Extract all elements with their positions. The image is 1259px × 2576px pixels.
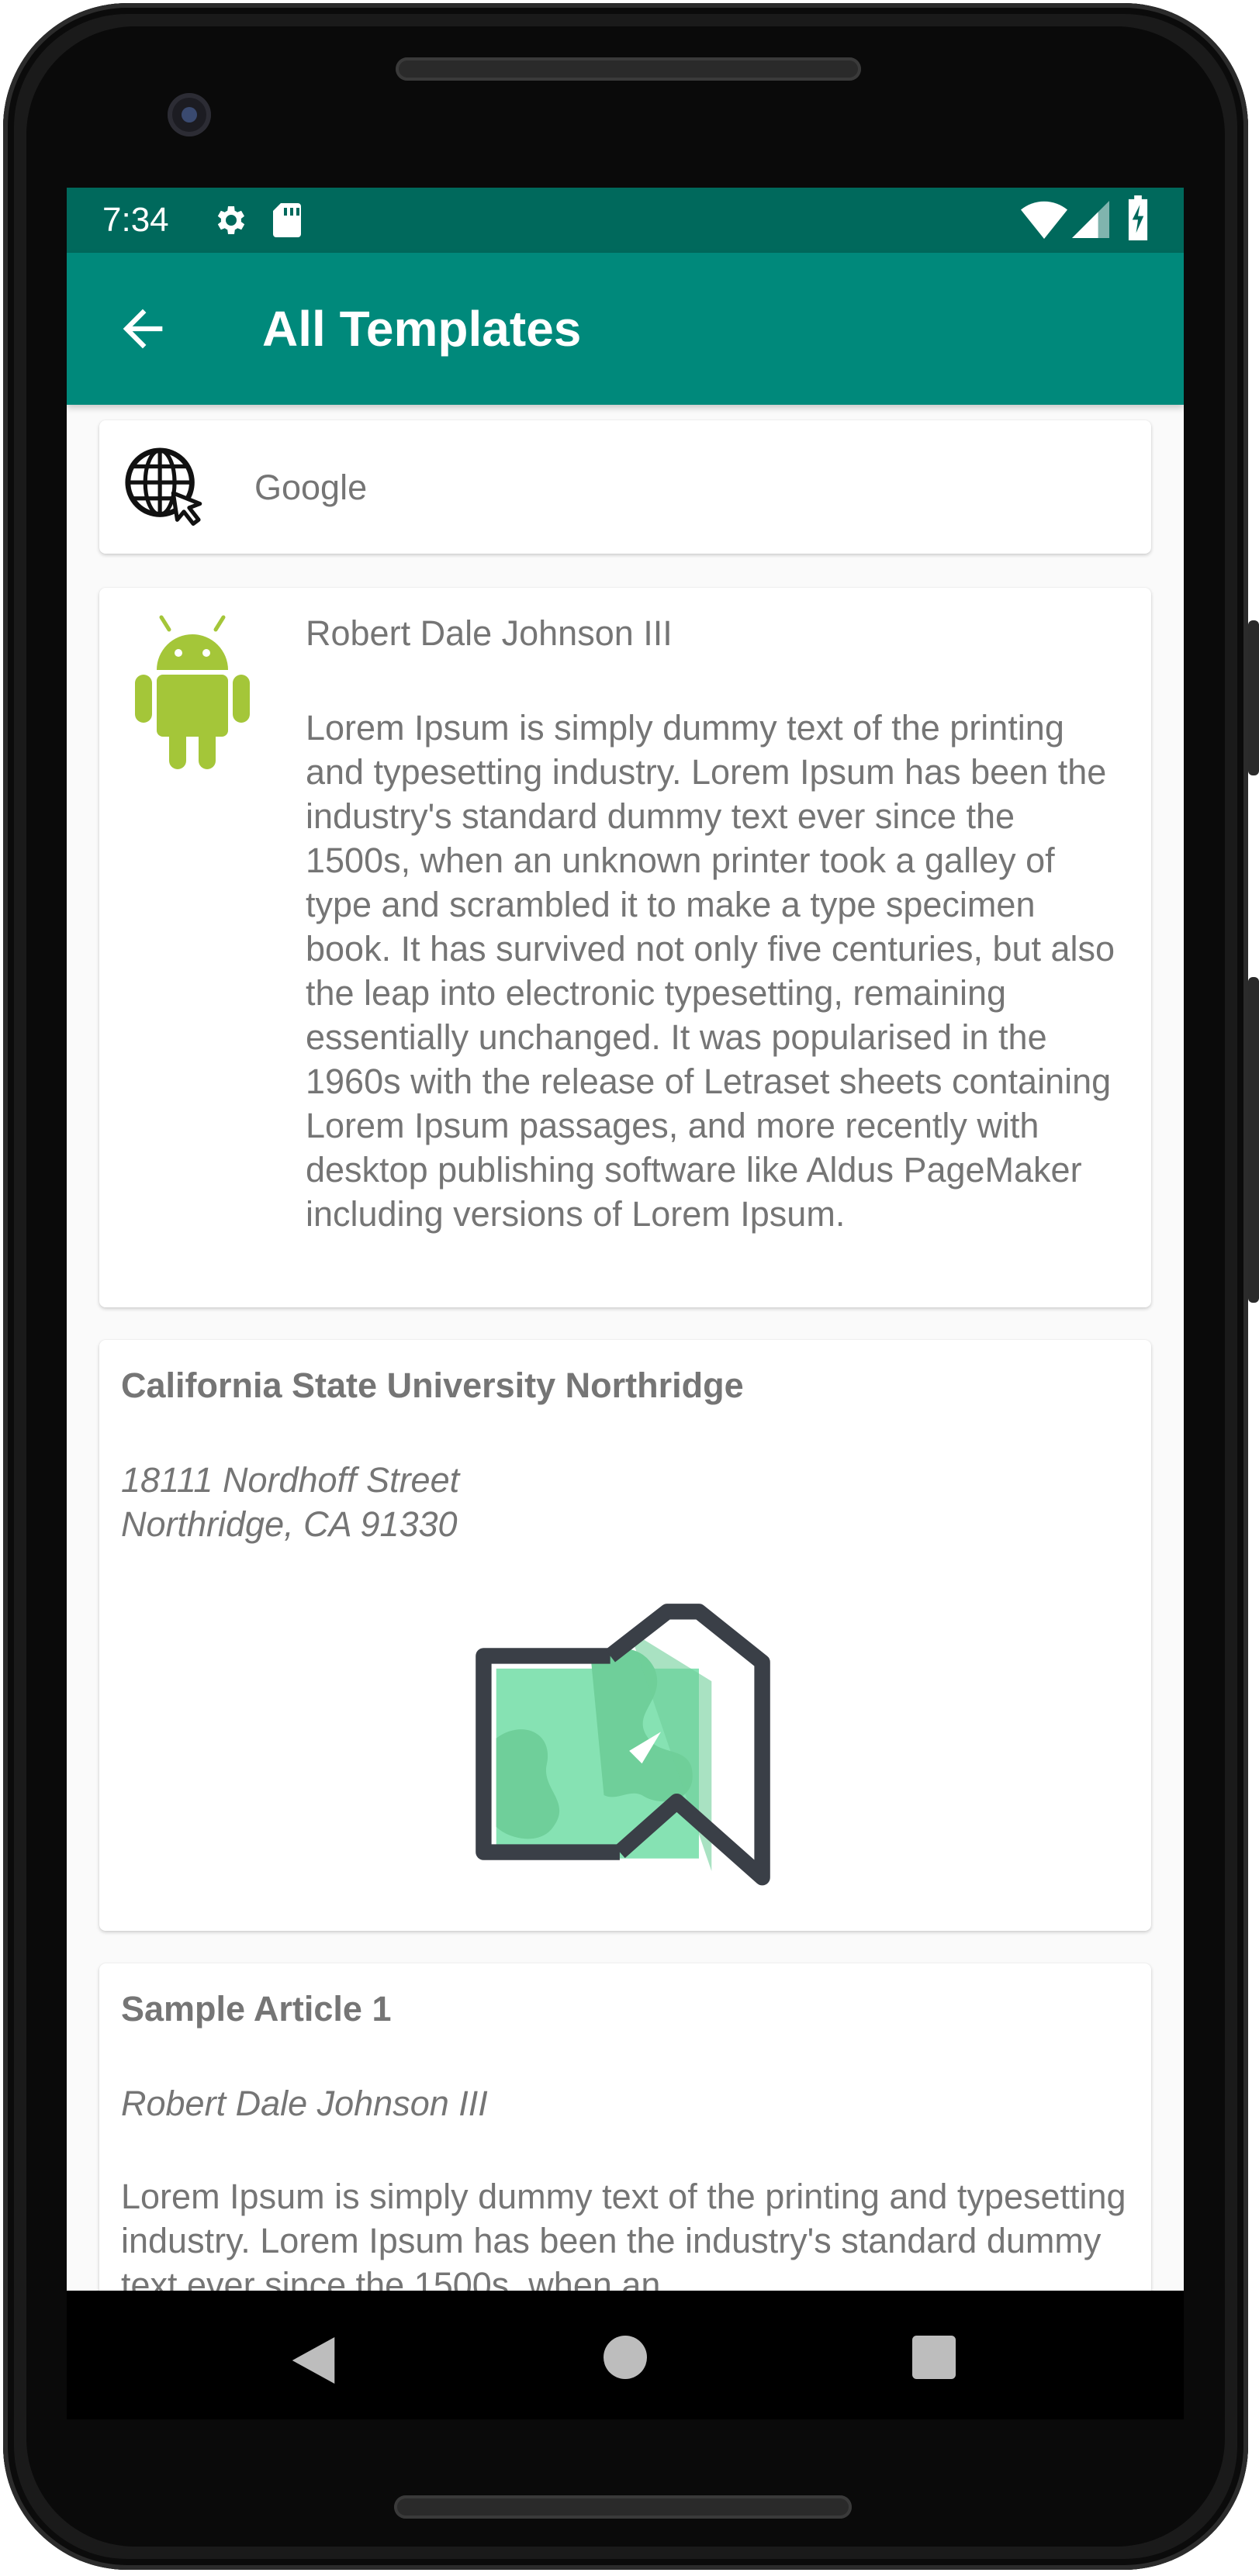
page-title: All Templates — [262, 301, 582, 357]
nav-back-button[interactable] — [292, 2337, 335, 2384]
nav-home-button[interactable] — [604, 2336, 647, 2379]
arrow-back-icon[interactable] — [113, 299, 172, 358]
sd-card-icon — [273, 203, 301, 237]
globe-cursor-icon — [125, 447, 202, 526]
wifi-icon — [1021, 201, 1067, 239]
nav-recents-button[interactable] — [912, 2336, 956, 2379]
cell-signal-icon — [1072, 201, 1109, 238]
article-title: Sample Article 1 — [121, 1989, 392, 2029]
location-card[interactable]: California State University Northridge 1… — [99, 1340, 1151, 1931]
status-time: 7:34 — [102, 201, 169, 239]
link-label: Google — [254, 468, 368, 507]
link-card-google[interactable]: Google — [99, 420, 1151, 554]
location-title: California State University Northridge — [121, 1366, 744, 1405]
status-bar: 7:34 — [67, 188, 1184, 253]
address-line-1: 18111 Nordhoff Street — [121, 1460, 460, 1500]
contact-body: Lorem Ipsum is simply dummy text of the … — [306, 708, 1115, 1234]
map-icon — [476, 1604, 770, 1886]
settings-icon — [217, 206, 245, 234]
front-camera — [168, 93, 211, 136]
power-button — [1248, 977, 1259, 1303]
address-line-2: Northridge, CA 91330 — [121, 1504, 458, 1544]
article-author: Robert Dale Johnson III — [121, 2084, 488, 2123]
contact-card[interactable]: Robert Dale Johnson III Lorem Ipsum is s… — [99, 588, 1151, 1307]
bottom-speaker — [394, 2495, 852, 2519]
article-body: Lorem Ipsum is simply dummy text of the … — [121, 2177, 1126, 2305]
contact-name: Robert Dale Johnson III — [306, 613, 673, 653]
app-bar: All Templates — [67, 253, 1184, 405]
android-icon — [135, 615, 250, 769]
earpiece-speaker — [396, 57, 861, 81]
battery-charging-icon — [1128, 195, 1148, 240]
volume-button — [1248, 620, 1259, 775]
navigation-bar-mask — [67, 2291, 1184, 2419]
